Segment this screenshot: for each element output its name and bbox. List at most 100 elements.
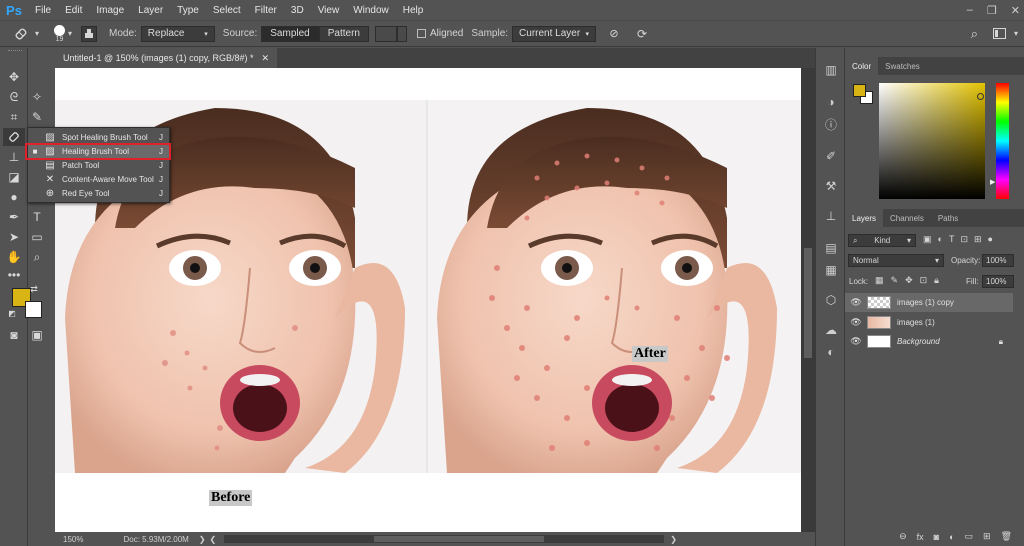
quick-mask-icon[interactable]: ◙ [3,326,25,344]
menu-window[interactable]: Window [346,5,396,16]
vertical-scrollbar[interactable] [801,68,815,532]
libraries-icon[interactable]: ☁ [821,320,841,340]
blend-mode-select[interactable]: Normal ▾ [848,254,944,267]
clone-stamp-tool-icon[interactable]: ⊥ [3,148,25,166]
menu-3d[interactable]: 3D [284,5,311,16]
menu-edit[interactable]: Edit [58,5,89,16]
fill-input[interactable]: 100% [982,275,1014,288]
filter-toggle-icon[interactable]: ● [988,234,993,245]
pen-tool-icon[interactable]: ✒ [3,208,25,226]
swap-colors-icon[interactable]: ⇄ [28,284,40,294]
magic-wand-tool-icon[interactable]: ✧ [26,88,48,106]
flyout-item-red-eye[interactable]: ⊕ Red Eye Tool J [28,186,169,200]
more-tools-icon[interactable]: ••• [3,266,25,284]
link-layers-icon[interactable]: ⊖ [899,531,907,542]
workspace-icon[interactable] [993,28,1006,39]
pattern-button[interactable]: Pattern [318,25,369,42]
chevron-down-icon[interactable]: ▾ [1014,29,1018,38]
menu-select[interactable]: Select [206,5,248,16]
smart-object-filter-icon[interactable]: ⊞ [974,234,982,245]
color-field[interactable] [879,83,985,199]
tab-channels[interactable]: Channels [883,209,931,227]
add-mask-icon[interactable]: ◙ [934,532,939,542]
scroll-thumb[interactable] [804,248,812,358]
diffusion-icon[interactable]: ⟳ [634,27,650,41]
menu-filter[interactable]: Filter [248,5,284,16]
healing-brush-preset-icon[interactable] [10,26,32,42]
adjustments-icon[interactable]: ◑ [821,92,841,112]
eye-icon[interactable]: 👁︎ [845,336,867,347]
default-colors-icon[interactable]: ◩ [6,308,18,318]
menu-type[interactable]: Type [170,5,206,16]
info-icon[interactable]: ⓘ [821,114,841,134]
ignore-adjustment-layers-icon[interactable]: ⊘ [606,27,622,40]
layer-style-icon[interactable]: fx [917,532,924,542]
sample-select[interactable]: Current Layer ▾ [512,25,597,42]
brush-size-picker[interactable]: 19 [54,24,65,43]
history-icon[interactable]: ▥ [821,60,841,80]
hand-tool-icon[interactable]: ✋ [3,248,25,266]
chevron-left-icon[interactable]: ❮ [210,535,217,544]
zoom-tool-icon[interactable]: ⌕ [26,248,48,266]
minimize-button[interactable]: – [967,4,973,16]
flyout-item-spot-healing[interactable]: ▨ Spot Healing Brush Tool J [28,130,169,144]
tab-color[interactable]: Color [845,57,879,75]
artboard-lock-icon[interactable]: ⊡ [920,275,928,286]
tab-paths[interactable]: Paths [931,209,965,227]
menu-file[interactable]: File [28,5,58,16]
menu-help[interactable]: Help [396,5,431,16]
chevron-right-icon[interactable]: ❯ [199,535,206,544]
pattern-picker[interactable] [374,25,397,42]
rectangle-tool-icon[interactable]: ▭ [26,228,48,246]
menu-view[interactable]: View [311,5,347,16]
eye-icon[interactable]: 👁︎ [845,297,867,308]
layer-row[interactable]: 👁︎ images (1) [845,313,1013,332]
eraser-tool-icon[interactable]: ◪ [3,168,25,186]
path-selection-tool-icon[interactable]: ➤ [3,228,25,246]
crop-tool-icon[interactable]: ⌗ [3,108,25,126]
layer-row[interactable]: 👁︎ images (1) copy [845,293,1013,312]
lock-transparent-icon[interactable]: ▦ [875,275,884,286]
chevron-down-icon[interactable]: ▾ [32,29,42,38]
tool-presets-icon[interactable]: ⚒ [821,176,841,196]
lasso-tool-icon[interactable]: ᘓ [3,88,25,106]
healing-brush-tool-icon[interactable] [3,128,25,146]
panel-grip[interactable] [8,50,22,53]
clone-source-panel-icon[interactable] [81,25,97,42]
background-color-swatch[interactable] [25,301,42,318]
chevron-down-icon[interactable]: ▾ [65,29,75,38]
new-layer-icon[interactable]: ⊞ [983,531,991,542]
zoom-level[interactable]: 150% [63,535,83,544]
menu-image[interactable]: Image [89,5,131,16]
chevron-right-icon[interactable]: ❯ [670,535,677,544]
character-icon[interactable]: ▦ [821,260,841,280]
clone-source-icon[interactable]: ⊥ [821,206,841,226]
eye-icon[interactable]: 👁︎ [845,317,867,328]
restore-button[interactable]: ❐ [987,4,997,17]
hue-slider[interactable]: ▶ [990,83,1009,199]
lock-all-icon[interactable]: 🔒︎ [934,275,939,286]
tab-swatches[interactable]: Swatches [878,57,927,75]
properties-icon[interactable]: ◐ [821,342,841,362]
flyout-item-patch[interactable]: ▤ Patch Tool J [28,158,169,172]
eyedropper-tool-icon[interactable]: ✎ [26,108,48,126]
close-button[interactable]: ✕ [1011,4,1020,17]
lock-position-icon[interactable]: ✥ [905,275,913,286]
flyout-item-content-aware-move[interactable]: ✕ Content-Aware Move Tool J [28,172,169,186]
filter-kind-select[interactable]: ⌕ Kind ▾ [848,234,916,247]
delete-layer-icon[interactable]: 🗑︎ [1001,531,1012,542]
adjustment-layer-filter-icon[interactable]: ◐ [938,234,943,245]
lock-image-icon[interactable]: ✎ [891,275,899,286]
menu-layer[interactable]: Layer [131,5,170,16]
type-layer-filter-icon[interactable]: T [949,234,955,245]
shape-layer-filter-icon[interactable]: ⊡ [960,234,968,245]
blur-tool-icon[interactable]: ● [3,188,25,206]
adjustment-layer-icon[interactable]: ◐ [949,532,954,542]
color-picker-marker[interactable] [977,93,984,100]
horizontal-scrollbar[interactable] [224,535,665,543]
aligned-checkbox[interactable] [416,29,426,38]
mode-select[interactable]: Replace ▾ [140,25,215,42]
type-tool-icon[interactable]: T [26,208,48,226]
screen-mode-icon[interactable]: ▣ [26,326,48,344]
close-icon[interactable]: ✕ [262,53,270,64]
